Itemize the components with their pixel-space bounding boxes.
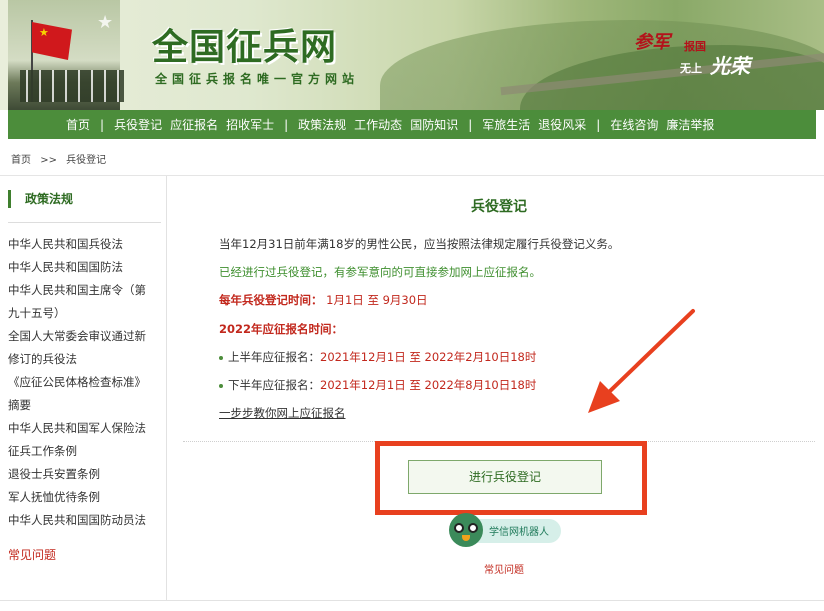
- sidebar-item-revised-service-law[interactable]: 全国人大常委会审议通过新: [8, 325, 163, 348]
- sidebar-item-defense-mobilization-law[interactable]: 中华人民共和国国防动员法: [8, 509, 163, 532]
- site-title[interactable]: 全国征兵网: [152, 18, 337, 70]
- registration-period: 每年兵役登记时间： 1月1日 至 9月30日: [219, 292, 428, 308]
- nav-item-sergeant-recruitment[interactable]: 招收军士: [222, 116, 278, 133]
- faq-link[interactable]: 常见问题: [484, 561, 524, 576]
- breadcrumb-current: 兵役登记: [66, 155, 107, 166]
- nav-item-policy[interactable]: 政策法规: [294, 116, 350, 133]
- nav-item-online-consult[interactable]: 在线咨询: [606, 116, 662, 133]
- slogan-text: 无上: [680, 62, 702, 75]
- robot-beak: [462, 535, 470, 541]
- slogan-text: 报国: [684, 40, 706, 53]
- nav-separator: |: [100, 117, 105, 132]
- robot-label[interactable]: 学信网机器人: [489, 523, 549, 538]
- divider: [0, 175, 824, 176]
- robot-owl-icon[interactable]: [449, 513, 483, 547]
- flag-star-icon: ★: [39, 26, 49, 39]
- bullet-icon: [219, 355, 223, 360]
- first-half-label: 上半年应征报名：: [228, 350, 320, 364]
- nav-item-integrity-report[interactable]: 廉洁举报: [662, 116, 718, 133]
- sidebar-item-revised-service-law[interactable]: 修订的兵役法: [8, 348, 163, 371]
- enlistment-period-heading: 2022年应征报名时间：: [219, 322, 344, 336]
- slogan-text: 光荣: [710, 54, 750, 78]
- registration-period-value: 1月1日 至 9月30日: [326, 293, 428, 307]
- nav-separator: |: [284, 117, 289, 132]
- site-subtitle: 全国征兵报名唯一官方网站: [155, 72, 360, 86]
- sidebar-item-military-service-law[interactable]: 中华人民共和国兵役法: [8, 233, 163, 256]
- sidebar-item-presidential-order[interactable]: 九十五号）: [8, 302, 163, 325]
- slogan-text: 参军: [634, 32, 670, 53]
- sidebar-item-conscription-regulations[interactable]: 征兵工作条例: [8, 440, 163, 463]
- robot-assistant[interactable]: 学信网机器人: [449, 513, 561, 547]
- breadcrumb: 首页 >> 兵役登记: [11, 151, 112, 166]
- nav-item-home[interactable]: 首页: [62, 116, 94, 133]
- site-banner: ★ ★ 全国征兵网 全国征兵报名唯一官方网站 参军 报国 无上 光荣: [0, 0, 824, 110]
- nav-item-military-life[interactable]: 军旅生活: [478, 116, 534, 133]
- first-half-period: 上半年应征报名：2021年12月1日 至 2022年2月10日18时: [219, 349, 536, 365]
- divider: [166, 176, 167, 601]
- sidebar-item-physical-exam-standard[interactable]: 摘要: [8, 394, 163, 417]
- breadcrumb-home[interactable]: 首页: [11, 155, 31, 166]
- first-half-value: 2021年12月1日 至 2022年2月10日18时: [320, 350, 537, 364]
- register-button[interactable]: 进行兵役登记: [408, 460, 602, 494]
- honor-guard-image: ★ ★: [8, 0, 124, 110]
- registered-note-text: 已经进行过兵役登记，有参军意向的可直接参加网上应征报名。: [219, 265, 541, 279]
- main-nav: 首页 | 兵役登记 应征报名 招收军士 | 政策法规 工作动态 国防知识 | 军…: [8, 110, 816, 139]
- nav-separator: |: [596, 117, 601, 132]
- divider: [8, 222, 161, 223]
- nav-item-military-registration[interactable]: 兵役登记: [110, 116, 166, 133]
- sidebar-title: 政策法规: [8, 190, 163, 208]
- sidebar-faq-link[interactable]: 常见问题: [8, 546, 163, 563]
- sidebar-item-military-insurance-law[interactable]: 中华人民共和国军人保险法: [8, 417, 163, 440]
- sidebar-item-veteran-placement[interactable]: 退役士兵安置条例: [8, 463, 163, 486]
- nav-item-veterans[interactable]: 退役风采: [534, 116, 590, 133]
- robot-eye: [454, 523, 464, 533]
- enlistment-guide-link[interactable]: 一步步教你网上应征报名: [219, 405, 346, 421]
- nav-item-defense-knowledge[interactable]: 国防知识: [406, 116, 462, 133]
- sidebar-list: 中华人民共和国兵役法 中华人民共和国国防法 中华人民共和国主席令（第 九十五号）…: [8, 233, 163, 532]
- second-half-label: 下半年应征报名：: [228, 378, 320, 392]
- nav-separator: |: [468, 117, 473, 132]
- nav-item-news[interactable]: 工作动态: [350, 116, 406, 133]
- page-title: 兵役登记: [471, 199, 527, 215]
- nav-item-enlistment[interactable]: 应征报名: [166, 116, 222, 133]
- second-half-value: 2021年12月1日 至 2022年8月10日18时: [320, 378, 537, 392]
- sidebar: 政策法规 中华人民共和国兵役法 中华人民共和国国防法 中华人民共和国主席令（第 …: [8, 190, 163, 563]
- marching-troops-image: [20, 70, 124, 102]
- sidebar-item-military-pension[interactable]: 军人抚恤优待条例: [8, 486, 163, 509]
- star-icon: ★: [97, 12, 114, 33]
- sidebar-item-physical-exam-standard[interactable]: 《应征公民体格检查标准》: [8, 371, 163, 394]
- sidebar-item-national-defense-law[interactable]: 中华人民共和国国防法: [8, 256, 163, 279]
- registration-requirement-text: 当年12月31日前年满18岁的男性公民，应当按照法律规定履行兵役登记义务。: [219, 237, 620, 251]
- second-half-period: 下半年应征报名：2021年12月1日 至 2022年8月10日18时: [219, 377, 536, 393]
- bullet-icon: [219, 383, 223, 388]
- national-flag-icon: [32, 22, 72, 60]
- divider: [0, 600, 824, 601]
- red-arrow-icon: [588, 309, 695, 413]
- breadcrumb-separator: >>: [40, 155, 57, 166]
- registration-period-label: 每年兵役登记时间：: [219, 293, 323, 307]
- robot-eye: [468, 523, 478, 533]
- sidebar-item-presidential-order[interactable]: 中华人民共和国主席令（第: [8, 279, 163, 302]
